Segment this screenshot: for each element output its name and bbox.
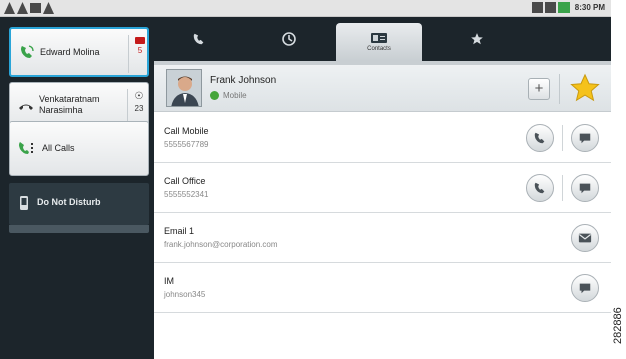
add-contact-button[interactable]: + [528,78,550,100]
message-icon [579,183,591,194]
all-calls-button[interactable]: All Calls [9,121,149,176]
do-not-disturb-button[interactable]: Do Not Disturb [9,183,149,225]
call-icon [534,132,545,144]
participant-count: 23 [134,104,144,113]
row-title: Call Office [164,176,206,186]
sim-icon [30,3,41,13]
phone-icon [193,33,204,45]
message-button[interactable] [571,274,599,302]
row-value: 5555552341 [164,190,209,199]
contact-row-call-mobile[interactable]: Call Mobile 5555567789 [154,113,611,163]
all-calls-label: All Calls [42,143,75,153]
signal-icon [544,2,556,13]
tab-contacts[interactable]: Contacts [336,23,422,61]
figure-id: 282886 [612,307,624,344]
participant-badge[interactable]: ☉ 23 [129,91,149,113]
voicemail-count: 5 [137,46,143,55]
row-divider [562,125,563,151]
dnd-phone-icon [20,196,28,210]
tab-bar: Contacts [154,17,611,61]
row-title: Call Mobile [164,126,209,136]
recent-calls-icon [282,32,296,46]
tab-contacts-label: Contacts [367,46,391,52]
caller-name: Venkataratnam Narasimha [39,94,100,115]
header-divider [559,74,560,104]
contact-name: Frank Johnson [210,75,277,86]
tab-favorites[interactable] [432,17,522,61]
presence-status: Mobile [210,91,247,100]
row-value: frank.johnson@corporation.com [164,240,278,249]
caller-name: Edward Molina [40,47,100,57]
message-icon [579,133,591,144]
usb-icon [17,2,28,14]
tab-recent[interactable] [244,17,334,61]
contact-row-im[interactable]: IM johnson345 [154,263,611,313]
status-clock: 8:30 PM [574,3,605,12]
contact-avatar [166,69,202,107]
email-icon [578,233,592,243]
call-card-edward-molina[interactable]: Edward Molina 5 [9,27,149,77]
dnd-toggle-bar [9,225,149,233]
email-button[interactable] [571,224,599,252]
row-value: 5555567789 [164,140,209,149]
figure-id-strip: 282886 [611,0,626,359]
avatar-photo-icon [167,70,201,106]
row-title: Email 1 [164,226,195,236]
phone-icon [531,2,543,13]
voicemail-badge[interactable]: 5 [130,37,150,55]
presence-icon [210,91,219,100]
call-button[interactable] [526,124,554,152]
contact-row-email[interactable]: Email 1 frank.johnson@corporation.com [154,213,611,263]
presence-icon: ☉ [134,91,144,102]
tab-phone[interactable] [154,17,244,61]
card-divider [128,35,129,73]
usb-icon [4,2,15,14]
system-icons: 8:30 PM [531,2,605,13]
phone-active-icon [21,45,34,58]
contact-row-call-office[interactable]: Call Office 5555552341 [154,163,611,213]
favorites-icon [471,33,483,45]
dnd-label: Do Not Disturb [37,197,101,207]
all-calls-icon [19,142,33,154]
row-title: IM [164,276,174,286]
notification-icons [4,2,54,14]
battery-icon [557,2,570,13]
row-divider [562,175,563,201]
status-bar: 8:30 PM [0,0,611,17]
alert-icon [43,2,54,14]
presence-label: Mobile [223,91,247,100]
phone-hangup-icon [19,104,33,110]
row-value: johnson345 [164,290,206,299]
favorite-star-icon[interactable] [570,73,600,103]
contact-header: Frank Johnson Mobile + [154,65,611,112]
empty-list-area [154,313,611,359]
app-screen: 8:30 PM Edward Molina 5 Venkataratnam Na… [0,0,626,359]
contacts-icon [371,33,387,43]
message-button[interactable] [571,174,599,202]
message-button[interactable] [571,124,599,152]
call-button[interactable] [526,174,554,202]
voicemail-icon [135,37,145,44]
message-icon [579,283,591,294]
call-icon [534,182,545,194]
